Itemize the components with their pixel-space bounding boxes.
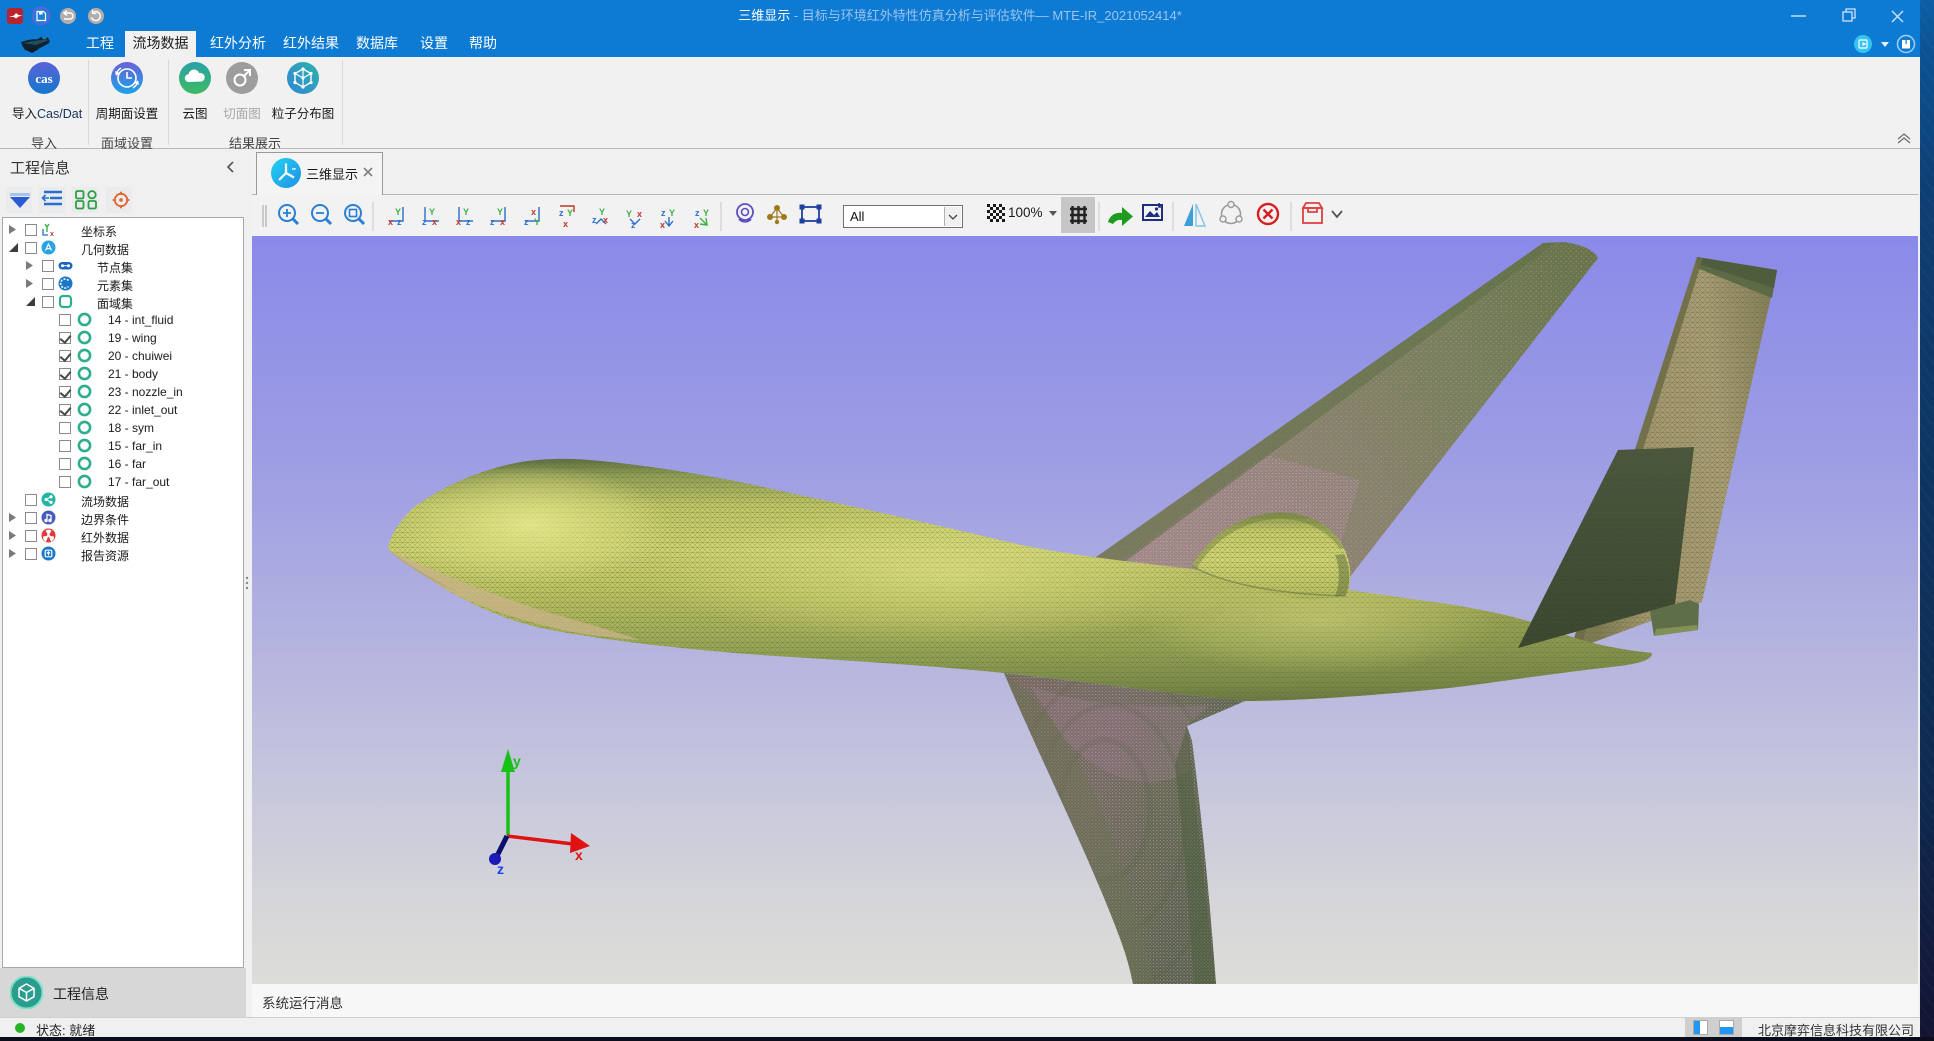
svg-text:Y: Y	[395, 207, 401, 217]
svg-text:z: z	[466, 217, 471, 227]
svg-text:100%: 100%	[1008, 205, 1043, 220]
svg-text:x: x	[603, 215, 608, 225]
svg-text:z: z	[661, 208, 666, 218]
svg-text:Y: Y	[463, 207, 469, 217]
svg-text:z: z	[559, 208, 564, 218]
svg-text:y: y	[513, 753, 521, 769]
svg-text:Y: Y	[429, 207, 435, 217]
svg-text:z: z	[397, 217, 402, 227]
svg-text:Y: Y	[626, 209, 632, 219]
svg-text:x: x	[660, 220, 665, 230]
svg-text:x: x	[432, 217, 437, 227]
svg-text:Y: Y	[497, 207, 503, 217]
svg-text:Y: Y	[567, 208, 573, 218]
svg-text:cas: cas	[35, 71, 52, 86]
svg-text:x: x	[456, 217, 461, 227]
svg-text:z: z	[631, 220, 636, 230]
svg-text:z: z	[422, 217, 427, 227]
svg-text:x: x	[500, 217, 505, 227]
svg-text:x: x	[388, 217, 393, 227]
svg-text:x: x	[563, 219, 568, 229]
svg-text:Y: Y	[669, 208, 675, 218]
svg-text:z: z	[695, 208, 700, 218]
svg-text:z: z	[524, 217, 529, 227]
svg-text:x: x	[531, 207, 536, 217]
svg-text:z: z	[497, 861, 504, 877]
svg-text:Y: Y	[703, 208, 709, 218]
svg-text:x: x	[50, 231, 54, 237]
svg-text:x: x	[694, 220, 699, 230]
svg-text:z: z	[592, 215, 597, 225]
svg-text:x: x	[575, 847, 583, 863]
svg-text:z: z	[490, 217, 495, 227]
svg-text:x: x	[637, 209, 642, 219]
svg-text:Y: Y	[534, 217, 540, 227]
